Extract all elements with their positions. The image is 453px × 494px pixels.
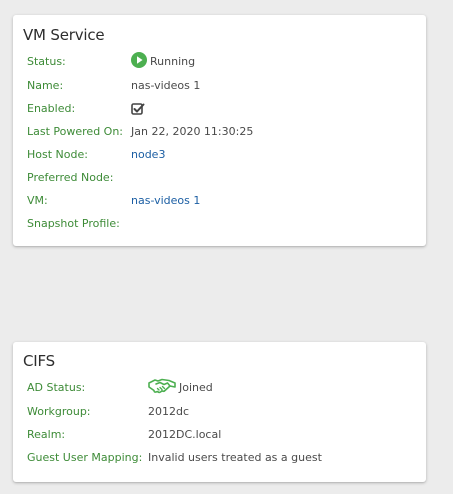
vm-host-node-value: node3	[131, 147, 165, 163]
cifs-guest-user-mapping-value: Invalid users treated as a guest	[148, 451, 322, 464]
play-circle-icon	[131, 51, 147, 73]
cifs-workgroup-label: Workgroup:	[27, 405, 91, 418]
cifs-realm-value: 2012DC.local	[148, 428, 222, 441]
cifs-card: CIFS AD Status: Joined Workgroup: 2012dc…	[13, 342, 426, 482]
handshake-icon	[148, 378, 176, 399]
vm-name-value: nas-videos 1	[131, 79, 201, 92]
vm-name-label: Name:	[27, 79, 64, 92]
vm-link[interactable]: nas-videos 1	[131, 194, 200, 207]
cifs-title: CIFS	[23, 352, 55, 370]
vm-enabled-value	[131, 101, 145, 121]
cifs-ad-status-value: Joined	[148, 378, 213, 399]
vm-last-powered-on-label: Last Powered On:	[27, 125, 124, 138]
vm-last-powered-on-value: Jan 22, 2020 11:30:25	[131, 125, 254, 138]
vm-status-label: Status:	[27, 55, 66, 68]
vm-vm-label: VM:	[27, 194, 48, 207]
cifs-ad-status-label: AD Status:	[27, 381, 86, 394]
cifs-guest-user-mapping-label: Guest User Mapping:	[27, 451, 143, 464]
host-node-link[interactable]: node3	[131, 148, 165, 161]
vm-service-title: VM Service	[23, 26, 105, 44]
vm-vm-value: nas-videos 1	[131, 193, 200, 209]
vm-preferred-node-label: Preferred Node:	[27, 171, 114, 184]
vm-status-text: Running	[150, 55, 196, 68]
vm-snapshot-profile-label: Snapshot Profile:	[27, 217, 120, 230]
vm-service-card: VM Service Status: Running Name: nas-vid…	[13, 15, 426, 246]
vm-enabled-label: Enabled:	[27, 102, 76, 115]
cifs-ad-status-text: Joined	[179, 381, 213, 394]
vm-host-node-label: Host Node:	[27, 148, 88, 161]
cifs-realm-label: Realm:	[27, 428, 66, 441]
cifs-workgroup-value: 2012dc	[148, 405, 190, 418]
checked-checkbox-icon	[131, 102, 145, 121]
vm-status-value: Running	[131, 51, 196, 73]
